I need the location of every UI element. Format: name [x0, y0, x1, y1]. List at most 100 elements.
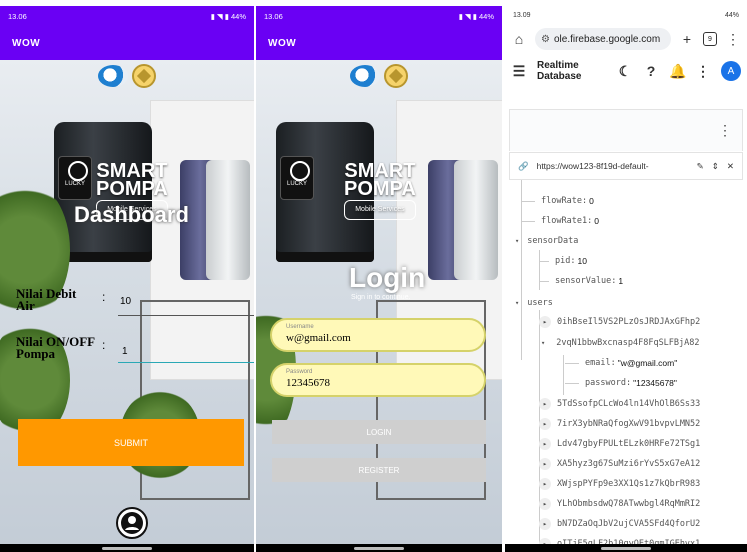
login-button[interactable]: LOGIN: [272, 420, 486, 444]
city-emblem-logo: [132, 64, 156, 88]
tree-row[interactable]: flowRate:0: [521, 192, 594, 210]
tree-row[interactable]: sensorValue:1: [539, 272, 623, 290]
system-nav-bar: [0, 544, 254, 552]
tree-key: password: [585, 378, 626, 388]
dashboard-heading: Dashboard: [74, 202, 189, 227]
firebase-header: ☰ Realtime Database ☾ ? 🔔 ⋮ A: [505, 53, 747, 89]
tree-row[interactable]: ▸ 7irX3ybNRaQfogXwV91bvpvLMN52: [539, 415, 700, 433]
lucky-logo: LUCKY: [58, 156, 92, 200]
hamburger-menu-icon[interactable]: ☰: [511, 63, 527, 80]
app-title: WOW: [256, 26, 502, 60]
expand-icon[interactable]: ⇕: [712, 161, 719, 172]
expand-arrow-icon[interactable]: ▸: [539, 418, 551, 430]
site-settings-icon[interactable]: ⚙: [541, 34, 550, 45]
login-heading: Login: [349, 262, 426, 293]
database-panel-header: ⋮: [509, 109, 743, 151]
new-tab-icon[interactable]: +: [679, 31, 695, 47]
email-field[interactable]: Username w@gmail.com: [270, 318, 486, 352]
cropped-top-strip: [0, 0, 747, 6]
register-button[interactable]: REGISTER: [272, 458, 486, 482]
status-time: 13.06: [8, 11, 27, 21]
pompa-label: Nilai ON/OFF Pompa: [16, 334, 95, 361]
lucky-logo: LUCKY: [280, 156, 314, 200]
water-tank-white: [206, 160, 250, 280]
panel-menu-icon[interactable]: ⋮: [718, 122, 732, 139]
tree-row[interactable]: ▸ 5TdSsofpCLcWo4ln14VhOlB6Ss33: [539, 395, 700, 413]
email-field-value: w@gmail.com: [286, 332, 351, 344]
submit-button[interactable]: SUBMIT: [18, 419, 244, 466]
account-avatar[interactable]: A: [721, 61, 741, 81]
tree-row[interactable]: ▸ 0ihBseIl5VS2PLzOsJRDJAxGFhp2: [539, 313, 700, 331]
notifications-icon[interactable]: 🔔: [669, 63, 686, 80]
debit-label: Nilai Debit Air: [16, 286, 77, 313]
tree-row[interactable]: password: "12345678": [565, 374, 677, 392]
expand-arrow-icon[interactable]: ▸: [539, 316, 551, 328]
collapse-arrow-icon[interactable]: ▾: [515, 299, 519, 307]
tree-row[interactable]: email: "w@gmail.com": [565, 354, 677, 372]
tree-key: bN7DZaOqJbV2ujCVA5SFd4QforU2: [557, 519, 701, 529]
tree-row[interactable]: flowRate1:0: [521, 212, 599, 230]
profile-avatar-icon[interactable]: [116, 507, 148, 539]
tree-key: Ldv47gbyFPULtELzk0HRFe72TSg1: [557, 439, 701, 449]
tree-row[interactable]: pid:10: [539, 252, 587, 270]
edit-icon[interactable]: ✎: [697, 161, 704, 172]
status-icons: ▮ ◥ ▮ 44%: [458, 11, 494, 21]
password-field[interactable]: Password 12345678: [270, 363, 486, 397]
expand-arrow-icon[interactable]: ▸: [539, 458, 551, 470]
tree-connector: [563, 355, 564, 395]
link-icon: 🔗: [518, 160, 529, 171]
tree-key: XA5hyz3g67SuMzi6rYvS5xG7eA12: [557, 459, 701, 469]
tree-key: email: [585, 358, 611, 368]
system-nav-bar: [505, 544, 747, 552]
brand-title: SMART POMPA Mobile Services: [344, 161, 416, 220]
login-subheading: Sign in to continue.: [351, 294, 411, 301]
dashboard-screen: 13.06 ▮ ◥ ▮ 44% WOW LUCKY SMART POMPA Mo…: [0, 6, 254, 552]
expand-arrow-icon[interactable]: ▸: [539, 398, 551, 410]
dark-mode-icon[interactable]: ☾: [617, 63, 633, 80]
tree-row[interactable]: ▸ bN7DZaOqJbV2ujCVA5SFd4QforU2: [539, 515, 700, 533]
status-bar: 13.06 ▮ ◥ ▮ 44%: [0, 6, 254, 26]
collapse-arrow-icon[interactable]: ▾: [515, 237, 519, 245]
debit-colon: :: [102, 290, 106, 304]
tree-value: "12345678": [633, 378, 677, 388]
tree-row[interactable]: ▸ YLhObmbsdwQ78ATwwbgl4RqMmRI2: [539, 495, 700, 513]
browser-menu-icon[interactable]: ⋮: [725, 31, 741, 48]
firebase-console-screen: 13.09 44% ⌂ ⚙ ole.firebase.google.com + …: [505, 6, 747, 552]
pompa-underline: [118, 362, 254, 363]
tree-row[interactable]: ▸ XWjspPYFp9e3XX1Qs1z7kQbrR983: [539, 475, 700, 493]
tree-row[interactable]: ▸ XA5hyz3g67SuMzi6rYvS5xG7eA12: [539, 455, 700, 473]
pompa-value[interactable]: 1: [122, 346, 128, 357]
tree-row[interactable]: ▾ users: [515, 294, 553, 312]
status-battery: 44%: [724, 12, 739, 19]
city-emblem-logo: [384, 64, 408, 88]
page-title: Realtime Database: [537, 60, 582, 82]
tree-row[interactable]: ▾ sensorData: [515, 232, 578, 250]
more-options-icon[interactable]: ⋮: [695, 63, 711, 80]
tree-key: flowRate1: [541, 216, 588, 226]
tree-key: sensorData: [527, 236, 579, 246]
water-tank-white: [454, 160, 498, 280]
expand-arrow-icon[interactable]: ▸: [539, 478, 551, 490]
status-icons: ▮ ◥ ▮ 44%: [210, 11, 246, 21]
tree-key: 7irX3ybNRaQfogXwV91bvpvLMN52: [557, 419, 701, 429]
tree-key: pid: [555, 256, 571, 266]
tab-switcher-icon[interactable]: 9: [703, 32, 717, 46]
collapse-arrow-icon[interactable]: ▾: [541, 339, 545, 347]
home-icon[interactable]: ⌂: [511, 31, 527, 47]
debit-value[interactable]: 10: [120, 296, 131, 307]
collapse-icon[interactable]: ✕: [727, 161, 734, 172]
address-bar[interactable]: ⚙ ole.firebase.google.com: [535, 28, 671, 50]
expand-arrow-icon[interactable]: ▸: [539, 518, 551, 530]
address-text: ole.firebase.google.com: [553, 33, 661, 45]
tree-row[interactable]: ▸ Ldv47gbyFPULtELzk0HRFe72TSg1: [539, 435, 700, 453]
tree-value: 10: [577, 256, 587, 266]
brand-line3: Mobile Services: [344, 200, 416, 220]
expand-arrow-icon[interactable]: ▸: [539, 438, 551, 450]
tree-row[interactable]: ▾ 2vqN1bbwBxcnasp4F8FqSLFBjA82: [539, 334, 700, 352]
expand-arrow-icon[interactable]: ▸: [539, 498, 551, 510]
tree-key: 0ihBseIl5VS2PLzOsJRDJAxGFhp2: [557, 317, 701, 327]
brand-line2: POMPA: [96, 178, 168, 200]
reference-url-bar: 🔗 https://wow123-8f19d-default- ✎ ⇕ ✕: [509, 152, 743, 180]
browser-toolbar: ⌂ ⚙ ole.firebase.google.com + 9 ⋮: [505, 25, 747, 53]
help-icon[interactable]: ?: [643, 63, 659, 79]
